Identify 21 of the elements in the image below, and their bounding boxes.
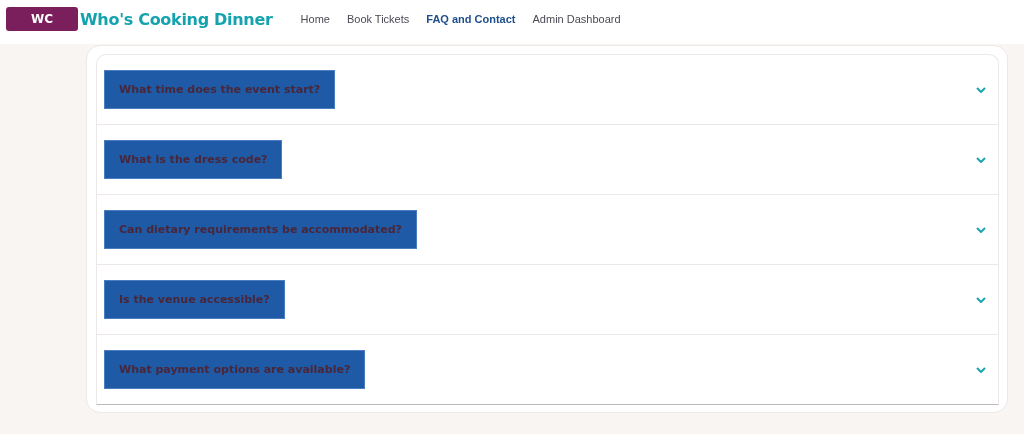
faq-question[interactable]: Is the venue accessible? xyxy=(104,280,285,319)
nav-link[interactable]: Book Tickets xyxy=(346,13,410,25)
site-title[interactable]: Who's Cooking Dinner xyxy=(80,9,273,29)
faq-item[interactable]: What payment options are available? xyxy=(97,335,998,404)
faq-item[interactable]: Can dietary requirements be accommodated? xyxy=(97,195,998,265)
chevron-icon[interactable] xyxy=(976,226,986,233)
chevron-icon[interactable] xyxy=(976,366,986,373)
faq-question[interactable]: Can dietary requirements be accommodated? xyxy=(104,210,417,249)
chevron-icon[interactable] xyxy=(976,296,986,303)
nav-link[interactable]: Admin Dashboard xyxy=(532,13,621,25)
nav-link[interactable]: FAQ and Contact xyxy=(426,13,516,25)
faq-item[interactable]: What is the dress code? xyxy=(97,125,998,195)
logo-badge[interactable]: WC xyxy=(6,7,78,31)
faq-item[interactable]: What time does the event start? xyxy=(97,55,998,125)
chevron-icon[interactable] xyxy=(976,86,986,93)
faq-question[interactable]: What time does the event start? xyxy=(104,70,336,109)
faq-item[interactable]: Is the venue accessible? xyxy=(97,265,998,335)
chevron-icon[interactable] xyxy=(976,156,986,163)
faq-question[interactable]: What payment options are available? xyxy=(104,350,366,389)
nav-link[interactable]: Home xyxy=(300,13,330,25)
faq-question[interactable]: What is the dress code? xyxy=(104,140,283,179)
